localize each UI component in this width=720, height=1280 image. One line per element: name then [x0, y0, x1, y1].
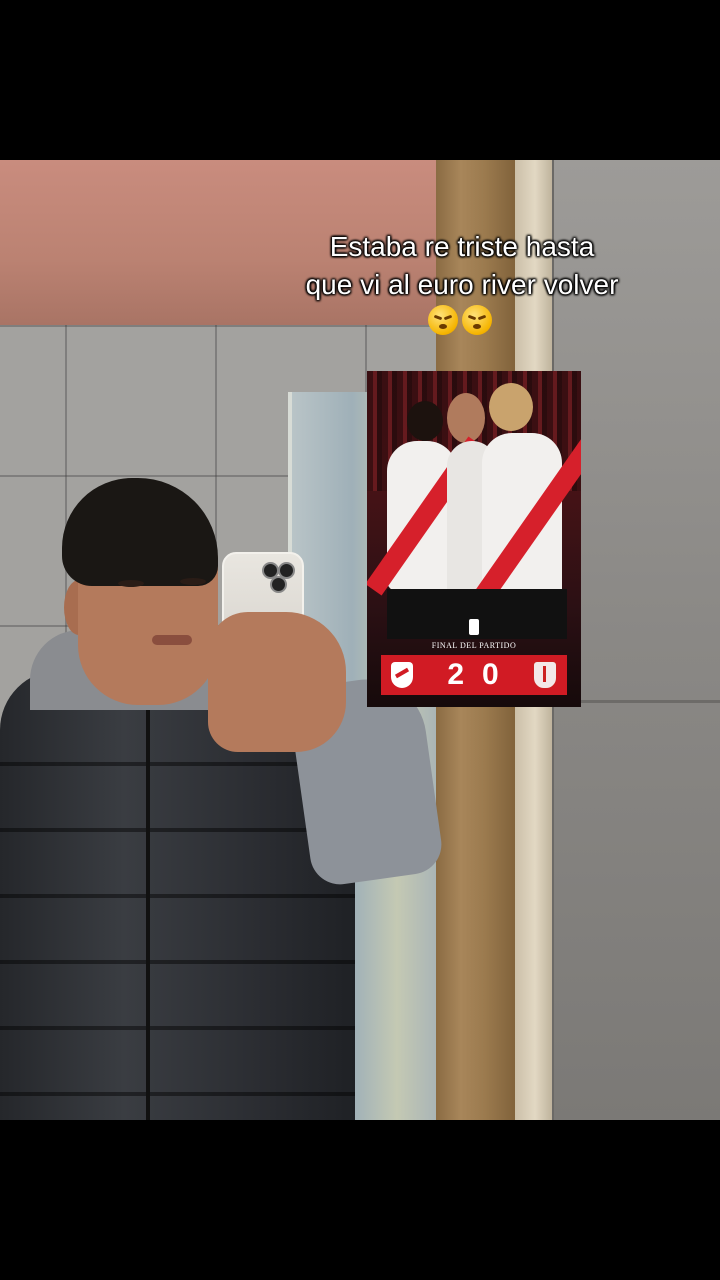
weary-face-emoji [462, 305, 492, 335]
caption-line-2: que vi al euro river volver [305, 269, 619, 300]
mirror-selfie-photo [0, 160, 720, 1120]
caption-line-1: Estaba re triste hasta [329, 231, 595, 262]
bottom-letterbox [0, 1120, 720, 1280]
player-jersey [467, 428, 581, 613]
river-plate-badge-icon [391, 662, 413, 688]
score-bar: 2 0 [381, 655, 567, 695]
player-head [489, 383, 533, 431]
hair [62, 478, 218, 586]
jacket-zipper [146, 700, 150, 1120]
final-label: FINAL DEL PARTIDO [431, 641, 517, 650]
camera-lens-icon [270, 576, 287, 593]
league-logo [469, 619, 479, 635]
home-score: 2 [447, 658, 464, 691]
score: 2 0 [447, 658, 498, 692]
top-letterbox [0, 0, 720, 160]
hand [208, 612, 346, 752]
caption-emojis [428, 305, 498, 339]
player-head [447, 393, 485, 443]
opponent-badge-icon [533, 661, 557, 689]
player-head [407, 401, 443, 441]
mouth [152, 635, 192, 645]
away-score: 0 [482, 658, 499, 691]
match-result-card: FINAL DEL PARTIDO 2 0 [367, 371, 581, 707]
right-eye [180, 578, 206, 585]
caption-text: Estaba re triste hasta que vi al euro ri… [280, 228, 644, 304]
left-eye [118, 580, 144, 587]
weary-face-emoji [428, 305, 458, 335]
